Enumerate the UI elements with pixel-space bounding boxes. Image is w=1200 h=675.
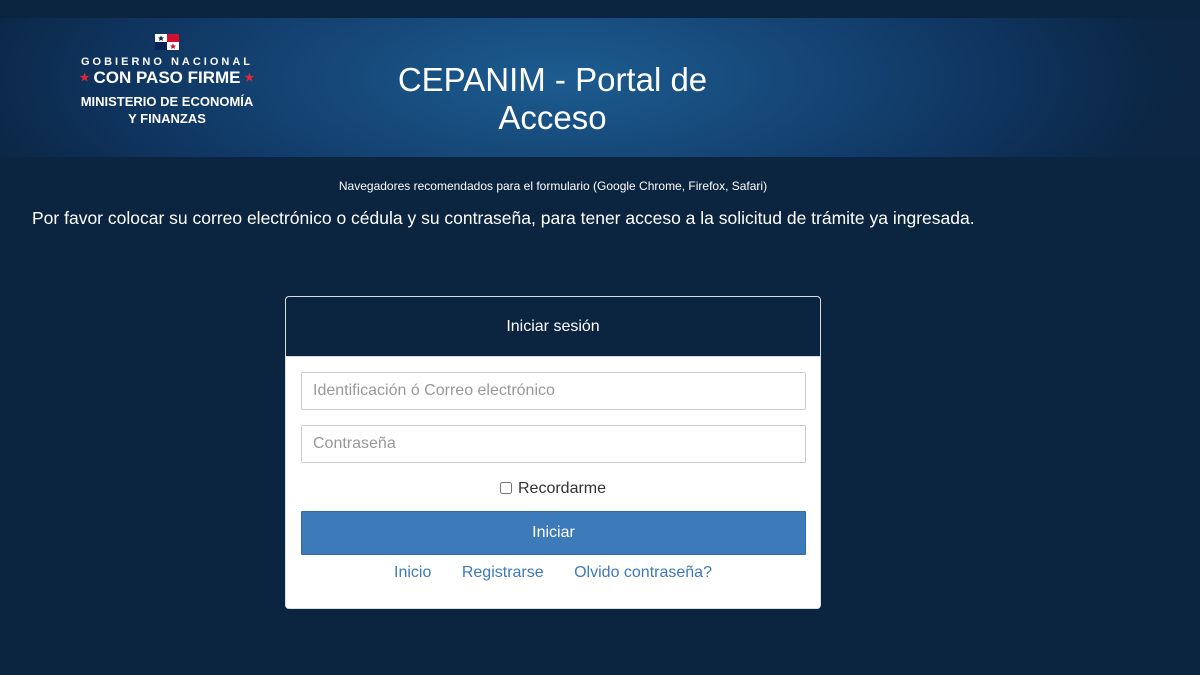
logo-ministry-line2: Y FINANZAS bbox=[128, 111, 206, 126]
star-icon: ★ bbox=[244, 72, 255, 84]
forgot-password-link[interactable]: Olvido contraseña? bbox=[574, 564, 712, 581]
login-submit-button[interactable]: Iniciar bbox=[301, 511, 806, 555]
recommended-browsers-note: Navegadores recomendados para el formula… bbox=[338, 179, 768, 193]
logo-slogan: ★ CON PASO FIRME ★ bbox=[56, 68, 278, 88]
star-icon: ★ bbox=[79, 72, 90, 84]
home-link[interactable]: Inicio bbox=[394, 564, 431, 581]
remember-me-label[interactable]: Recordarme bbox=[518, 480, 606, 497]
register-link[interactable]: Registrarse bbox=[462, 564, 544, 581]
logo-slogan-text: CON PASO FIRME bbox=[93, 68, 241, 87]
login-card-title: Iniciar sesión bbox=[286, 297, 820, 357]
remember-me: Recordarme bbox=[301, 479, 805, 499]
login-instructions: Por favor colocar su correo electrónico … bbox=[32, 208, 975, 228]
login-links: Inicio Registrarse Olvido contraseña? bbox=[301, 564, 805, 582]
logo-government-text: GOBIERNO NACIONAL bbox=[81, 56, 253, 68]
page-title: CEPANIM - Portal de Acceso bbox=[397, 61, 708, 136]
logo-ministry-line1: MINISTERIO DE ECONOMÍA bbox=[80, 94, 254, 109]
login-form: Recordarme Iniciar Inicio Registrarse Ol… bbox=[286, 357, 820, 582]
login-card: Iniciar sesión Recordarme Iniciar Inicio… bbox=[285, 296, 821, 609]
ministry-logo: GOBIERNO NACIONAL ★ CON PASO FIRME ★ MINIS… bbox=[56, 34, 278, 127]
password-input[interactable] bbox=[301, 425, 806, 463]
header-banner: GOBIERNO NACIONAL ★ CON PASO FIRME ★ MINIS… bbox=[0, 18, 1200, 157]
panama-flag-icon bbox=[155, 34, 179, 50]
identification-input[interactable] bbox=[301, 372, 806, 410]
logo-ministry-text: MINISTERIO DE ECONOMÍA Y FINANZAS bbox=[56, 93, 278, 127]
remember-me-checkbox[interactable] bbox=[499, 482, 512, 494]
